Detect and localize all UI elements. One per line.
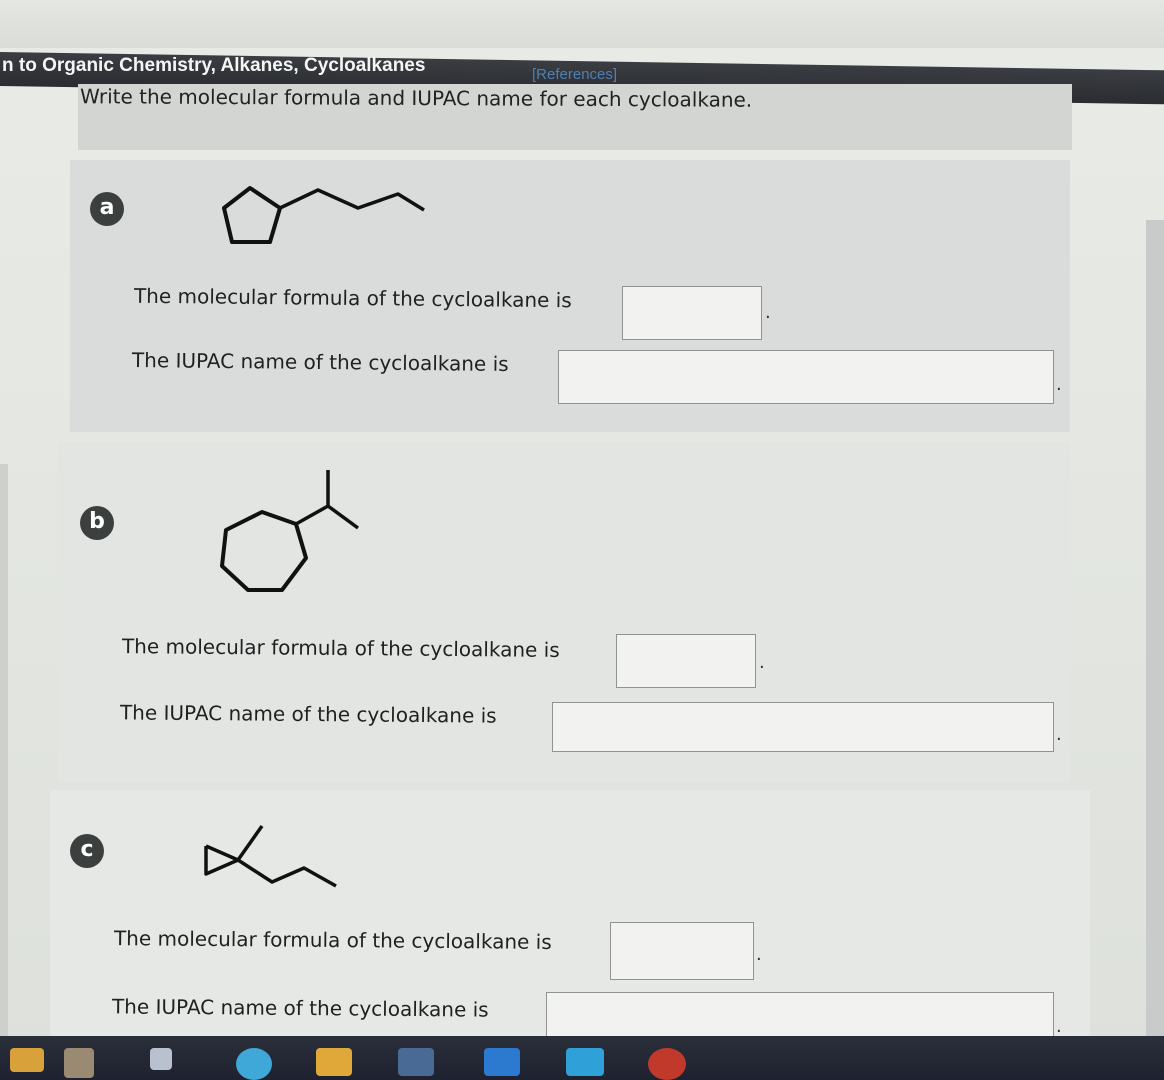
question-b-name-input[interactable] [552,702,1054,752]
question-c-formula-period: . [756,944,762,965]
question-a-badge: a [90,192,124,226]
molecule-a-propylcyclopentane [222,186,425,244]
taskbar-explorer-icon[interactable] [316,1048,352,1076]
screen: n to Organic Chemistry, Alkanes, Cycloal… [0,0,1164,1080]
question-b-name-prompt: The IUPAC name of the cycloalkane is [119,700,497,728]
taskbar-media-icon[interactable] [648,1048,686,1080]
question-c-badge: c [70,834,104,868]
question-c-name-period: . [1056,1016,1062,1037]
assignment-title: n to Organic Chemistry, Alkanes, Cycloal… [2,55,426,76]
left-window-edge [0,464,8,1054]
taskbar-browser-icon[interactable] [236,1048,272,1080]
question-b-formula-input[interactable] [616,634,756,688]
question-a-formula-input[interactable] [622,286,762,340]
page-scrollbar[interactable] [1146,220,1164,1060]
instruction-text: Write the molecular formula and IUPAC na… [79,84,753,112]
question-b-badge: b [80,506,114,540]
taskbar-app-icon[interactable] [64,1048,94,1078]
question-b-name-period: . [1056,724,1062,745]
references-link[interactable]: [References] [532,66,617,83]
question-c-formula-input[interactable] [610,922,754,980]
taskbar-grid-icon[interactable] [150,1048,172,1070]
browser-top-strip [0,0,1164,48]
question-b-formula-prompt: The molecular formula of the cycloalkane… [121,634,560,662]
question-c-formula-prompt: The molecular formula of the cycloalkane… [113,926,552,954]
question-c-name-prompt: The IUPAC name of the cycloalkane is [111,994,489,1022]
question-a-formula-prompt: The molecular formula of the cycloalkane… [133,283,572,313]
question-a-name-prompt: The IUPAC name of the cycloalkane is [131,348,509,376]
question-a-formula-period: . [765,302,771,323]
taskbar-store-icon[interactable] [398,1048,434,1076]
molecule-c-cyclopropane [204,824,337,888]
taskbar-edge-icon[interactable] [566,1048,604,1076]
molecule-b-isopropylcycloheptane [220,470,360,592]
taskbar-folder-icon[interactable] [10,1048,44,1072]
question-a-name-input[interactable] [558,350,1054,404]
taskbar-mail-icon[interactable] [484,1048,520,1076]
question-a-name-period: . [1056,374,1062,395]
question-b-formula-period: . [759,652,765,673]
